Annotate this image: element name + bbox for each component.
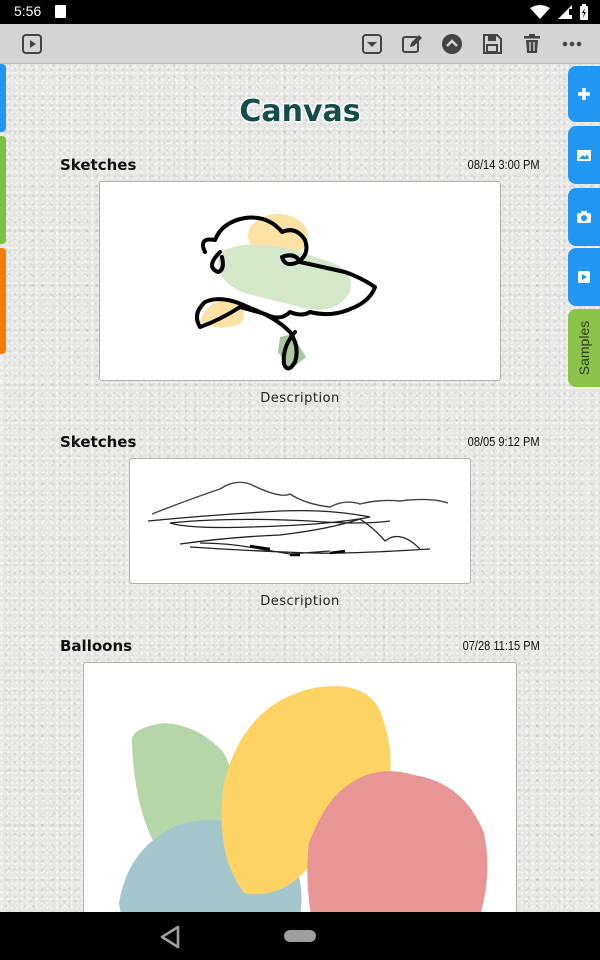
entry-title[interactable]: Sketches: [60, 433, 136, 451]
sketch-thumbnail[interactable]: [129, 458, 471, 584]
dropdown-square-icon[interactable]: [360, 32, 384, 56]
wifi-icon: [530, 5, 550, 19]
entry-description: Description: [260, 391, 340, 406]
status-icons: [530, 4, 588, 20]
add-tab[interactable]: [568, 66, 600, 122]
balloons-drawing: [119, 686, 488, 912]
samples-label: Samples: [576, 320, 592, 376]
status-bar: 5:56: [0, 0, 600, 24]
entry-date: 07/28 11:15 PM: [462, 638, 540, 653]
camera-icon: [577, 211, 591, 223]
image-tab[interactable]: [568, 126, 600, 184]
trash-icon[interactable]: [520, 32, 544, 56]
entry-date: 08/14 3:00 PM: [468, 157, 540, 172]
image-folder-icon: [577, 150, 591, 161]
left-tab-green[interactable]: [0, 136, 6, 244]
play-square-icon[interactable]: [20, 32, 44, 56]
page-title: Canvas: [239, 94, 361, 129]
canvas-content[interactable]: Canvas Sketches 08/14 3:00 PM Descriptio…: [0, 64, 600, 912]
status-time: 5:56: [14, 3, 42, 19]
sketch-drawing: [147, 481, 449, 557]
entry-title[interactable]: Sketches: [60, 156, 136, 174]
plus-icon: [578, 88, 590, 100]
sketch-scribble: [147, 509, 431, 555]
chevron-up-circle-icon[interactable]: [440, 32, 464, 56]
entry-title[interactable]: Balloons: [60, 637, 132, 655]
video-icon: [578, 271, 590, 283]
left-tab-orange[interactable]: [0, 248, 6, 354]
back-icon[interactable]: [158, 924, 184, 950]
color-fills: [200, 214, 351, 370]
balloons-thumbnail[interactable]: [83, 662, 517, 912]
video-tab[interactable]: [568, 248, 600, 306]
toolbar: [0, 24, 600, 64]
more-icon[interactable]: [560, 32, 584, 56]
entry-date: 08/05 9:12 PM: [468, 434, 540, 449]
entry-description: Description: [260, 594, 340, 609]
samples-tab[interactable]: Samples: [568, 309, 600, 387]
sketch-drawing: [194, 214, 377, 371]
home-pill-icon[interactable]: [284, 930, 316, 942]
signal-icon: [558, 5, 572, 19]
sd-card-icon: [55, 5, 66, 18]
camera-tab[interactable]: [568, 188, 600, 246]
edit-icon[interactable]: [400, 32, 424, 56]
battery-icon: [580, 4, 588, 20]
sketch-line: [151, 481, 449, 515]
navigation-bar: [0, 912, 600, 960]
sketch-thumbnail[interactable]: [99, 181, 501, 381]
save-icon[interactable]: [480, 32, 504, 56]
